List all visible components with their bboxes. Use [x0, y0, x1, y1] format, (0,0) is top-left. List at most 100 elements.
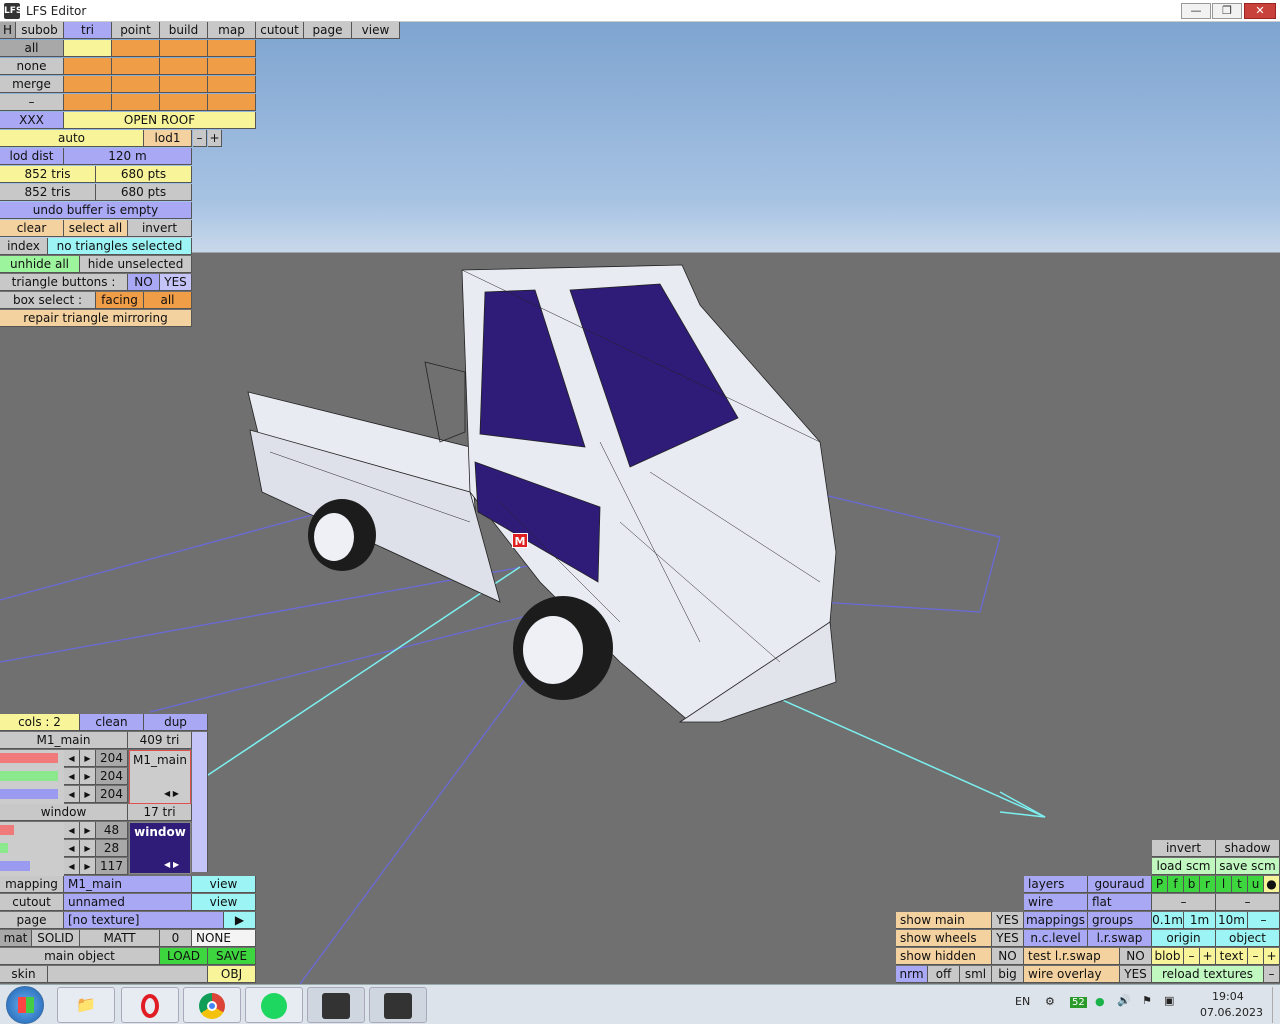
- grid-1m-button[interactable]: 1m: [1184, 912, 1216, 929]
- mat-matt-button[interactable]: MATT: [80, 930, 160, 947]
- layers-button[interactable]: layers: [1024, 876, 1088, 893]
- shadow-button[interactable]: shadow: [1216, 840, 1280, 857]
- subobject-slot[interactable]: [112, 94, 160, 111]
- red-decrease-button[interactable]: ◀: [64, 750, 80, 767]
- obj-button[interactable]: OBJ: [208, 966, 256, 983]
- network-icon[interactable]: ▣: [1164, 994, 1174, 1007]
- grid-01m-button[interactable]: 0.1m: [1152, 912, 1184, 929]
- minimize-button[interactable]: —: [1181, 3, 1211, 19]
- show-main-toggle[interactable]: YES: [992, 912, 1024, 929]
- nc-level-button[interactable]: n.c.level: [1024, 930, 1088, 947]
- lod-dist-value[interactable]: 120 m: [64, 148, 192, 165]
- xxx-button[interactable]: XXX: [0, 112, 64, 129]
- object-button[interactable]: object: [1216, 930, 1280, 947]
- material-name[interactable]: window: [0, 804, 128, 821]
- groups-button[interactable]: groups: [1088, 912, 1152, 929]
- green-value[interactable]: 28: [96, 840, 128, 857]
- menu-point[interactable]: point: [112, 22, 160, 39]
- blob-plus-button[interactable]: +: [1200, 948, 1216, 965]
- page-field[interactable]: [no texture]: [64, 912, 224, 929]
- subobject-slot[interactable]: [112, 40, 160, 57]
- subobject-slot[interactable]: [64, 58, 112, 75]
- material-marker-icon[interactable]: M: [512, 533, 528, 548]
- flat-button[interactable]: flat: [1088, 894, 1152, 911]
- view-l-button[interactable]: l: [1216, 876, 1232, 893]
- blue-slider[interactable]: [0, 858, 64, 876]
- view-p-button[interactable]: P: [1152, 876, 1168, 893]
- remove-button[interactable]: –: [0, 94, 64, 111]
- green-decrease-button[interactable]: ◀: [64, 840, 80, 857]
- blue-decrease-button[interactable]: ◀: [64, 786, 80, 803]
- nrm-button[interactable]: nrm: [896, 966, 928, 983]
- close-button[interactable]: ✕: [1244, 3, 1276, 19]
- subobject-slot[interactable]: [160, 40, 208, 57]
- view-r-button[interactable]: r: [1200, 876, 1216, 893]
- box-select-facing[interactable]: facing: [96, 292, 144, 309]
- blue-decrease-button[interactable]: ◀: [64, 858, 80, 875]
- merge-button[interactable]: merge: [0, 76, 64, 93]
- subobject-slot[interactable]: [160, 58, 208, 75]
- menu-tri[interactable]: tri: [64, 22, 112, 39]
- material-preview[interactable]: window ◀ ▶: [129, 822, 191, 874]
- mappings-button[interactable]: mappings: [1024, 912, 1088, 929]
- subobject-slot[interactable]: [208, 76, 256, 93]
- preview-arrows-icon[interactable]: ◀ ▶: [164, 860, 179, 869]
- view-t-button[interactable]: t: [1232, 876, 1248, 893]
- red-increase-button[interactable]: ▶: [80, 750, 96, 767]
- green-slider[interactable]: [0, 768, 64, 786]
- subobject-slot[interactable]: [64, 40, 112, 57]
- triangle-buttons-yes[interactable]: YES: [160, 274, 192, 291]
- wire-overlay-toggle[interactable]: YES: [1120, 966, 1152, 983]
- cutout-view-button[interactable]: view: [192, 894, 256, 911]
- view-u-button[interactable]: u: [1248, 876, 1264, 893]
- materials-scrollbar[interactable]: [192, 732, 208, 872]
- material-name[interactable]: M1_main: [0, 732, 128, 749]
- lfs-taskbar-icon[interactable]: [307, 987, 365, 1023]
- all-button[interactable]: all: [0, 40, 64, 57]
- menu-build[interactable]: build: [160, 22, 208, 39]
- clock-date[interactable]: 07.06.2023: [1200, 1006, 1263, 1019]
- mapping-field[interactable]: M1_main: [64, 876, 192, 893]
- blob-minus-button[interactable]: –: [1184, 948, 1200, 965]
- mapping-view-button[interactable]: view: [192, 876, 256, 893]
- origin-button[interactable]: origin: [1152, 930, 1216, 947]
- material-preview[interactable]: M1_main ◀ ▶: [129, 750, 191, 804]
- red-value[interactable]: 48: [96, 822, 128, 839]
- dup-button[interactable]: dup: [144, 714, 208, 731]
- none-button[interactable]: none: [0, 58, 64, 75]
- view-dot-icon[interactable]: ●: [1264, 876, 1280, 893]
- invert-view-button[interactable]: invert: [1152, 840, 1216, 857]
- gouraud-button[interactable]: gouraud: [1088, 876, 1152, 893]
- show-desktop-button[interactable]: [1272, 987, 1280, 1023]
- spotify-icon[interactable]: [245, 987, 303, 1023]
- show-wheels-toggle[interactable]: YES: [992, 930, 1024, 947]
- menu-h-button[interactable]: H: [0, 22, 16, 39]
- green-increase-button[interactable]: ▶: [80, 840, 96, 857]
- lod-plus-button[interactable]: +: [208, 130, 222, 147]
- flag-icon[interactable]: ⚑: [1142, 994, 1152, 1007]
- reload-dash-button[interactable]: –: [1264, 966, 1280, 983]
- dash-button[interactable]: –: [1152, 894, 1216, 911]
- lfs-editor-taskbar-icon[interactable]: [369, 987, 427, 1023]
- save-button[interactable]: SAVE: [208, 948, 256, 965]
- red-slider[interactable]: [0, 750, 64, 768]
- subobject-slot[interactable]: [64, 94, 112, 111]
- blue-value[interactable]: 204: [96, 786, 128, 803]
- load-button[interactable]: LOAD: [160, 948, 208, 965]
- big-button[interactable]: big: [992, 966, 1024, 983]
- triangle-buttons-no[interactable]: NO: [128, 274, 160, 291]
- red-decrease-button[interactable]: ◀: [64, 822, 80, 839]
- text-minus-button[interactable]: –: [1248, 948, 1264, 965]
- subobject-slot[interactable]: [160, 94, 208, 111]
- mat-solid-button[interactable]: SOLID: [32, 930, 80, 947]
- grid-minus-button[interactable]: –: [1248, 912, 1280, 929]
- volume-icon[interactable]: 🔊: [1117, 994, 1131, 1007]
- blue-value[interactable]: 117: [96, 858, 128, 875]
- opera-icon[interactable]: [121, 987, 179, 1023]
- test-lr-swap-toggle[interactable]: NO: [1120, 948, 1152, 965]
- menu-map[interactable]: map: [208, 22, 256, 39]
- chrome-icon[interactable]: [183, 987, 241, 1023]
- red-slider[interactable]: [0, 822, 64, 840]
- view-f-button[interactable]: f: [1168, 876, 1184, 893]
- text-plus-button[interactable]: +: [1264, 948, 1280, 965]
